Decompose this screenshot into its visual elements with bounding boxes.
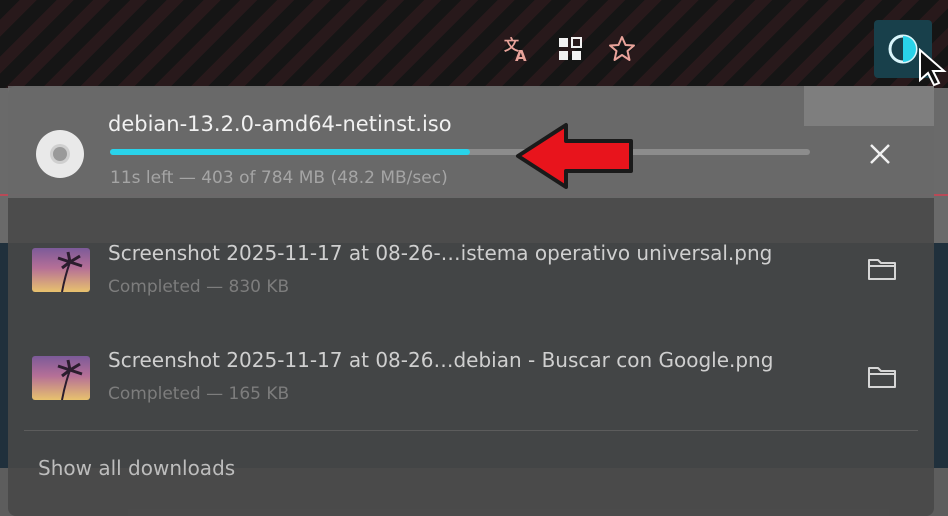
bookmark-star-icon[interactable]: [605, 32, 639, 66]
completed-download-status: Completed — 830 KB: [108, 277, 290, 297]
show-all-downloads-link[interactable]: Show all downloads: [38, 456, 235, 480]
translate-icon[interactable]: 文 A: [500, 32, 534, 66]
image-thumbnail-icon: [32, 248, 90, 292]
toolbar-overlay: [0, 0, 948, 88]
completed-download-filename: Screenshot 2025-11-17 at 08-26…debian - …: [108, 348, 774, 372]
close-icon: [870, 144, 890, 164]
disc-icon: [36, 130, 84, 178]
completed-download-status: Completed — 165 KB: [108, 384, 290, 404]
active-download-status: 11s left — 403 of 784 MB (48.2 MB/sec): [110, 168, 448, 188]
download-progress-fill: [110, 149, 470, 155]
svg-text:A: A: [515, 47, 527, 64]
cancel-download-button[interactable]: [864, 138, 896, 170]
completed-download-filename: Screenshot 2025-11-17 at 08-26-…istema o…: [108, 241, 773, 265]
active-download-filename: debian-13.2.0-amd64-netinst.iso: [108, 112, 452, 136]
extensions-grid-icon[interactable]: [553, 32, 587, 66]
annotation-arrow-icon: [514, 121, 636, 195]
panel-corner-overlay: [804, 86, 934, 126]
folder-icon[interactable]: [866, 363, 898, 391]
folder-icon[interactable]: [866, 255, 898, 283]
download-progress-bar: [110, 149, 810, 155]
downloads-progress-icon: [888, 34, 918, 64]
image-thumbnail-icon: [32, 356, 90, 400]
panel-divider: [24, 430, 918, 431]
